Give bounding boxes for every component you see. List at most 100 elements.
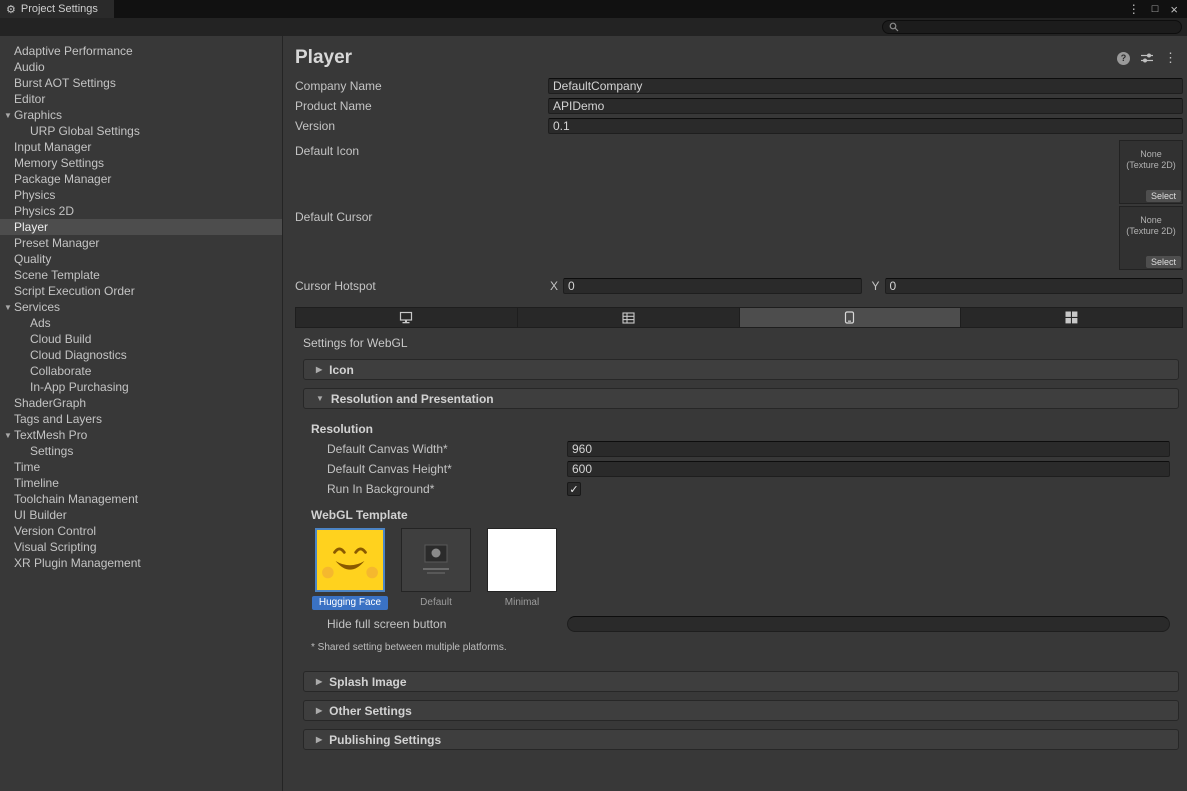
sidebar-item-ui-builder[interactable]: UI Builder [0,507,282,523]
product-name-field[interactable] [548,98,1183,114]
company-name-label: Company Name [295,79,548,93]
hotspot-y-field[interactable] [885,278,1183,294]
sidebar-item-in-app-purchasing[interactable]: In-App Purchasing [0,379,282,395]
section-icon[interactable]: ▶ Icon [303,359,1179,380]
sidebar-item-textmesh-settings[interactable]: Settings [0,443,282,459]
sidebar-item-graphics[interactable]: ▼Graphics [0,107,282,123]
default-cursor-object-field[interactable]: None (Texture 2D) Select [1119,206,1183,270]
platform-tab-webgl[interactable] [740,308,962,327]
texture-none-value: None (Texture 2D) [1120,141,1182,171]
version-label: Version [295,119,548,133]
sidebar-item-scene-template[interactable]: Scene Template [0,267,282,283]
template-label: Default [420,597,452,609]
sidebar-item-tags-and-layers[interactable]: Tags and Layers [0,411,282,427]
sidebar-item-editor[interactable]: Editor [0,91,282,107]
context-menu-icon[interactable]: ⋮ [1164,50,1177,66]
hugging-face-icon [321,534,379,586]
sidebar-item-urp-global-settings[interactable]: URP Global Settings [0,123,282,139]
sidebar-item-package-manager[interactable]: Package Manager [0,171,282,187]
section-resolution-and-presentation[interactable]: ▼ Resolution and Presentation [303,388,1179,409]
foldout-arrow-icon: ▶ [316,706,322,715]
hide-fullscreen-label: Hide full screen button [327,617,567,631]
default-cursor-select-button[interactable]: Select [1146,256,1181,268]
default-icon-select-button[interactable]: Select [1146,190,1181,202]
version-field[interactable] [548,118,1183,134]
section-other-settings[interactable]: ▶ Other Settings [303,700,1179,721]
sidebar-item-services[interactable]: ▼Services [0,299,282,315]
sidebar-item-script-execution-order[interactable]: Script Execution Order [0,283,282,299]
sidebar-item-memory-settings[interactable]: Memory Settings [0,155,282,171]
section-splash-image[interactable]: ▶ Splash Image [303,671,1179,692]
window-menu-icon[interactable]: ⋮ [1128,3,1140,15]
sidebar-item-audio[interactable]: Audio [0,59,282,75]
canvas-height-field[interactable] [567,461,1170,477]
sidebar-item-visual-scripting[interactable]: Visual Scripting [0,539,282,555]
settings-category-list: Adaptive Performance Audio Burst AOT Set… [0,36,283,791]
template-hugging-face[interactable]: Hugging Face [311,528,389,610]
sidebar-item-textmesh-pro[interactable]: ▼TextMesh Pro [0,427,282,443]
foldout-arrow-icon: ▶ [316,735,322,744]
foldout-arrow-icon: ▶ [316,677,322,686]
search-field[interactable] [882,20,1182,34]
template-label: Minimal [505,597,539,609]
canvas-width-field[interactable] [567,441,1170,457]
section-publishing-settings[interactable]: ▶ Publishing Settings [303,729,1179,750]
company-name-field[interactable] [548,78,1183,94]
sidebar-item-version-control[interactable]: Version Control [0,523,282,539]
close-icon[interactable]: × [1170,3,1178,16]
monitor-icon [399,311,413,324]
foldout-arrow-icon[interactable]: ▼ [2,431,14,440]
maximize-icon[interactable]: □ [1152,4,1159,15]
hide-fullscreen-field[interactable] [567,616,1170,632]
platform-tab-standalone[interactable] [296,308,518,327]
platform-tab-windows-store[interactable] [961,308,1182,327]
search-input[interactable] [903,21,1175,33]
sidebar-item-toolchain-management[interactable]: Toolchain Management [0,491,282,507]
sidebar-item-player[interactable]: Player [0,219,282,235]
sidebar-item-adaptive-performance[interactable]: Adaptive Performance [0,43,282,59]
section-icon-title: Icon [329,363,354,377]
product-name-label: Product Name [295,99,548,113]
default-icon-object-field[interactable]: None (Texture 2D) Select [1119,140,1183,204]
project-settings-tab[interactable]: ⚙ Project Settings [0,0,114,18]
sidebar-item-input-manager[interactable]: Input Manager [0,139,282,155]
sidebar-item-shadergraph[interactable]: ShaderGraph [0,395,282,411]
template-minimal[interactable]: Minimal [483,528,561,610]
sidebar-item-timeline[interactable]: Timeline [0,475,282,491]
foldout-arrow-icon[interactable]: ▼ [2,303,14,312]
window-controls: ⋮ □ × [1128,0,1187,18]
sidebar-item-cloud-build[interactable]: Cloud Build [0,331,282,347]
webgl-template-picker: Hugging Face Default [311,525,1179,610]
resolution-subheading: Resolution [311,419,1179,439]
sidebar-item-ads[interactable]: Ads [0,315,282,331]
server-icon [622,312,635,324]
sidebar-item-physics-2d[interactable]: Physics 2D [0,203,282,219]
run-in-background-checkbox[interactable]: ✓ [567,482,581,496]
hotspot-x-label: X [550,279,558,293]
player-settings-panel: Player ? ⋮ Company Name Product Name Ver… [283,36,1187,791]
preset-icon[interactable] [1140,52,1154,64]
default-icon-label: Default Icon [295,140,548,158]
hotspot-x-field[interactable] [563,278,861,294]
sidebar-item-burst-aot-settings[interactable]: Burst AOT Settings [0,75,282,91]
sidebar-item-physics[interactable]: Physics [0,187,282,203]
texture-none-value: None (Texture 2D) [1120,207,1182,237]
template-default[interactable]: Default [397,528,475,610]
default-template-thumbnail [401,528,471,592]
foldout-arrow-icon[interactable]: ▼ [2,111,14,120]
hotspot-y-label: Y [872,279,880,293]
platform-tab-dedicated-server[interactable] [518,308,740,327]
canvas-height-label: Default Canvas Height* [327,462,567,476]
sidebar-item-preset-manager[interactable]: Preset Manager [0,235,282,251]
sidebar-item-quality[interactable]: Quality [0,251,282,267]
sidebar-item-collaborate[interactable]: Collaborate [0,363,282,379]
sidebar-item-cloud-diagnostics[interactable]: Cloud Diagnostics [0,347,282,363]
canvas-width-label: Default Canvas Width* [327,442,567,456]
help-icon[interactable]: ? [1117,52,1130,65]
sidebar-item-xr-plugin-management[interactable]: XR Plugin Management [0,555,282,571]
windows-icon [1065,311,1078,324]
sidebar-item-time[interactable]: Time [0,459,282,475]
settings-for-platform-label: Settings for WebGL [303,336,1179,350]
foldout-arrow-icon: ▶ [316,365,322,374]
minimal-template-thumbnail [487,528,557,592]
